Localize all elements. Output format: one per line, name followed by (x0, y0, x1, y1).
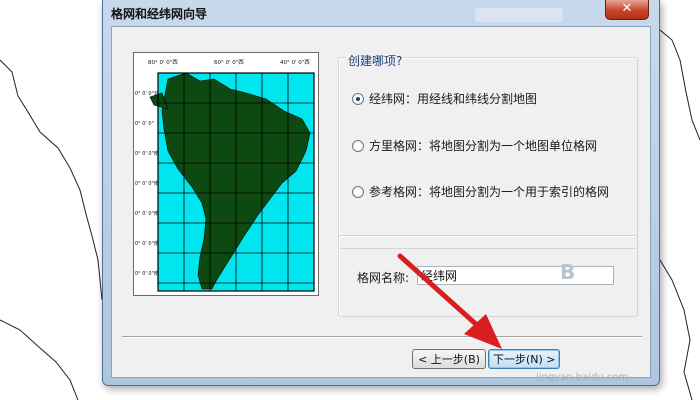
dialog-title: 格网和经纬网向导 (111, 7, 208, 21)
radio-graticule[interactable]: 经纬网：用经线和纬线分割地图 (352, 90, 537, 107)
radio-measured-grid[interactable]: 方里格网：将地图分割为一个地图单位格网 (352, 137, 597, 154)
grid-wizard-dialog: 格网和经纬网向导 ✕ 80° 0' 0"西 60° 0' 0"西 40° 0' … (102, 0, 660, 386)
map-left-label: 0° 0' 0"南 (135, 270, 159, 277)
map-left-label: 0° 0' 0"南 (135, 180, 159, 187)
question-label: 创建哪项? (346, 52, 405, 69)
next-button[interactable]: 下一步(N) > (488, 349, 560, 369)
dialog-client-area: 80° 0' 0"西 60° 0' 0"西 40° 0' 0"西 0° 0' 0… (111, 26, 651, 378)
map-top-label: 60° 0' 0"西 (214, 59, 244, 66)
radio-graticule-label: 经纬网：用经线和纬线分割地图 (369, 92, 538, 106)
grid-name-label: 格网名称: (357, 271, 410, 285)
map-left-label: 0° 0' 0"南 (135, 150, 159, 157)
radio-reference-grid[interactable]: 参考格网：将地图分割为一个用于索引的格网 (352, 183, 609, 200)
radio-reference-grid-label: 参考格网：将地图分割为一个用于索引的格网 (369, 185, 610, 199)
radio-measured-grid-circle[interactable] (352, 139, 364, 152)
radio-reference-grid-circle[interactable] (352, 185, 364, 198)
title-bar[interactable]: 格网和经纬网向导 ✕ (103, 0, 659, 26)
map-left-label: 0° 0' 0" (135, 121, 154, 127)
title-bar-ghost (475, 8, 563, 22)
grid-name-input[interactable] (417, 266, 614, 285)
back-button[interactable]: < 上一步(B) (412, 349, 486, 369)
preview-map-svg: 80° 0' 0"西 60° 0' 0"西 40° 0' 0"西 0° 0' 0… (134, 53, 318, 295)
map-left-label: 0° 0' 0"南 (135, 210, 159, 217)
radio-measured-grid-label: 方里格网：将地图分割为一个地图单位格网 (369, 139, 598, 153)
close-button[interactable]: ✕ (605, 0, 649, 20)
map-left-label: 0° 0' 0"北 (135, 90, 159, 97)
watermark-text: jingyan.baidu.com (536, 372, 629, 383)
map-left-label: 0° 0' 0"南 (135, 240, 159, 247)
map-top-label: 40° 0' 0"西 (280, 59, 310, 66)
preview-map: 80° 0' 0"西 60° 0' 0"西 40° 0' 0"西 0° 0' 0… (133, 52, 319, 296)
watermark-logo: B (560, 260, 576, 284)
button-separator (122, 336, 642, 338)
map-top-label: 80° 0' 0"西 (148, 59, 178, 66)
radio-graticule-circle[interactable] (352, 92, 364, 105)
